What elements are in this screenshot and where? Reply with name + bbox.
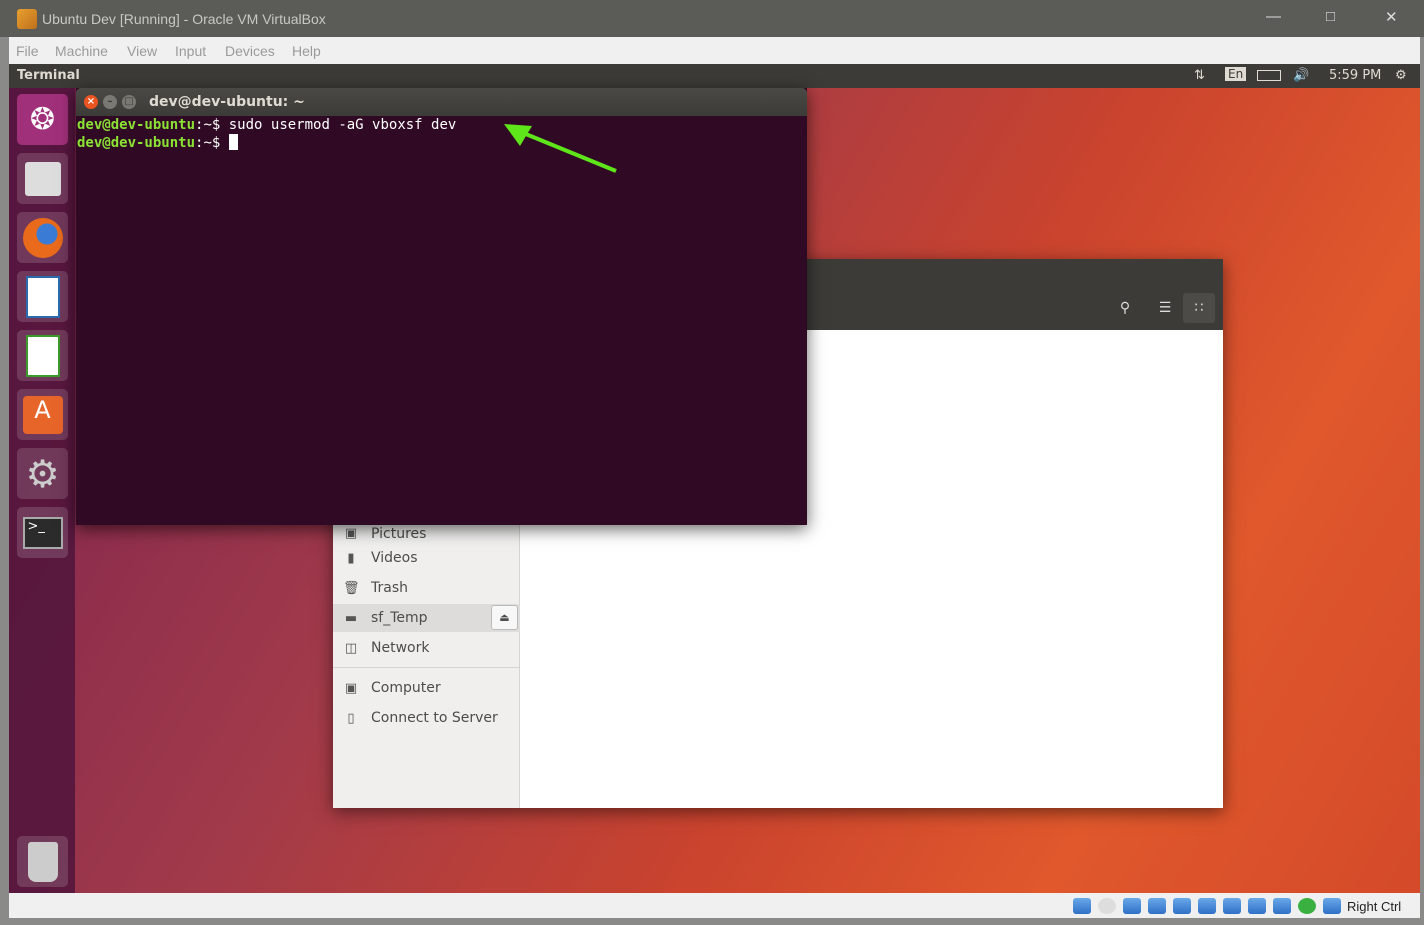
grid-view-button[interactable]: ∷ bbox=[1183, 293, 1215, 323]
network-icon[interactable]: ⇅ bbox=[1194, 68, 1205, 83]
guest-additions-icon[interactable] bbox=[1298, 898, 1316, 914]
sidebar-item-connect-to-server[interactable]: ▯ Connect to Server bbox=[333, 704, 520, 732]
menu-help[interactable]: Help bbox=[292, 43, 321, 59]
software-center-icon[interactable]: A bbox=[17, 389, 68, 440]
menu-bar: File Machine View Input Devices Help bbox=[9, 37, 1420, 64]
annotation-arrow-icon bbox=[504, 124, 617, 173]
host-status-bar: Right Ctrl bbox=[9, 893, 1420, 918]
shared-folders-icon[interactable] bbox=[1198, 898, 1216, 914]
optical-drive-icon[interactable] bbox=[1098, 898, 1116, 914]
vm-screen[interactable]: Terminal ⇅ En 🔊 5:59 PM ⚙ ❂ A ⚙ >_ ⚲ ☰ ∷… bbox=[9, 64, 1420, 893]
usb-icon[interactable] bbox=[1173, 898, 1191, 914]
display-icon[interactable] bbox=[1223, 898, 1241, 914]
writer-icon[interactable] bbox=[17, 271, 68, 322]
terminal-line: dev@dev-ubuntu:~$ bbox=[77, 134, 806, 152]
terminal-close-button[interactable]: × bbox=[84, 95, 98, 109]
label: sf_Temp bbox=[371, 610, 428, 626]
menu-input[interactable]: Input bbox=[175, 43, 206, 59]
active-app-title: Terminal bbox=[17, 68, 80, 83]
terminal-minimize-button[interactable]: – bbox=[103, 95, 117, 109]
prompt-path: :~$ bbox=[195, 135, 221, 151]
drive-icon: ▬ bbox=[344, 610, 358, 626]
sidebar-item-videos[interactable]: ▮ Videos bbox=[333, 544, 520, 572]
calc-icon[interactable] bbox=[17, 330, 68, 381]
battery-icon[interactable] bbox=[1257, 70, 1281, 81]
computer-icon: ▣ bbox=[344, 680, 358, 696]
prompt-path: :~$ bbox=[195, 117, 221, 133]
trash-icon[interactable] bbox=[17, 836, 68, 887]
menu-machine[interactable]: Machine bbox=[55, 43, 108, 59]
hard-disk-icon[interactable] bbox=[1073, 898, 1091, 914]
trash-icon: 🗑 bbox=[343, 580, 360, 596]
virtualbox-logo-icon bbox=[17, 9, 37, 29]
window-title: Ubuntu Dev [Running] - Oracle VM Virtual… bbox=[42, 11, 326, 27]
command: sudo usermod -aG vboxsf dev bbox=[220, 117, 457, 133]
label: Computer bbox=[371, 680, 441, 696]
terminal-title-bar: × – □ dev@dev-ubuntu: ~ bbox=[76, 88, 807, 116]
cursor bbox=[228, 134, 238, 150]
sidebar-item-pictures[interactable]: ▣ Pictures bbox=[333, 523, 520, 544]
sidebar-item-trash[interactable]: 🗑 Trash bbox=[333, 574, 520, 602]
sidebar-item-sf-temp[interactable]: ▬ sf_Temp ⏏ bbox=[333, 604, 520, 632]
terminal-title: dev@dev-ubuntu: ~ bbox=[149, 94, 305, 110]
launcher: ❂ A ⚙ >_ bbox=[9, 88, 75, 893]
terminal-maximize-button[interactable]: □ bbox=[122, 95, 136, 109]
keyboard-indicator[interactable]: En bbox=[1225, 67, 1247, 81]
prompt: dev@dev-ubuntu bbox=[77, 117, 196, 133]
search-icon[interactable]: ⚲ bbox=[1109, 293, 1141, 323]
dash-ubuntu-icon[interactable]: ❂ bbox=[17, 94, 68, 145]
video-icon: ▮ bbox=[347, 550, 355, 566]
maximize-button[interactable]: □ bbox=[1326, 8, 1335, 25]
firefox-icon[interactable] bbox=[17, 212, 68, 263]
sidebar-item-computer[interactable]: ▣ Computer bbox=[333, 674, 520, 702]
clock[interactable]: 5:59 PM bbox=[1329, 68, 1381, 83]
terminal-window[interactable]: × – □ dev@dev-ubuntu: ~ dev@dev-ubuntu:~… bbox=[76, 88, 807, 525]
list-view-button[interactable]: ☰ bbox=[1149, 293, 1181, 323]
audio-icon[interactable] bbox=[1123, 898, 1141, 914]
video-capture-icon[interactable] bbox=[1248, 898, 1266, 914]
server-icon: ▯ bbox=[347, 710, 355, 726]
host-title-bar: Ubuntu Dev [Running] - Oracle VM Virtual… bbox=[0, 0, 1424, 37]
volume-icon[interactable]: 🔊 bbox=[1293, 68, 1309, 83]
label: Trash bbox=[371, 580, 408, 596]
system-settings-icon[interactable]: ⚙ bbox=[17, 448, 68, 499]
terminal-launcher-icon[interactable]: >_ bbox=[17, 507, 68, 558]
prompt: dev@dev-ubuntu bbox=[77, 135, 196, 151]
close-button[interactable]: ✕ bbox=[1385, 8, 1398, 26]
top-panel: Terminal ⇅ En 🔊 5:59 PM ⚙ bbox=[9, 64, 1420, 88]
network-icon: ◫ bbox=[344, 640, 358, 656]
camera-icon: ▣ bbox=[344, 526, 358, 541]
minimize-button[interactable]: — bbox=[1266, 8, 1281, 25]
eject-button[interactable]: ⏏ bbox=[491, 605, 518, 630]
cpu-icon[interactable] bbox=[1273, 898, 1291, 914]
host-key-label: Right Ctrl bbox=[1347, 899, 1402, 914]
files-icon[interactable] bbox=[17, 153, 68, 204]
label: Connect to Server bbox=[371, 710, 498, 726]
menu-devices[interactable]: Devices bbox=[225, 43, 275, 59]
settings-gear-icon[interactable]: ⚙ bbox=[1395, 68, 1407, 83]
terminal-line: dev@dev-ubuntu:~$ sudo usermod -aG vboxs… bbox=[77, 117, 806, 134]
label: Pictures bbox=[371, 525, 427, 542]
mouse-integration-icon[interactable] bbox=[1323, 898, 1341, 914]
menu-view[interactable]: View bbox=[127, 43, 157, 59]
label: Videos bbox=[371, 550, 418, 566]
divider bbox=[333, 667, 520, 668]
label: Network bbox=[371, 640, 430, 656]
network-adapter-icon[interactable] bbox=[1148, 898, 1166, 914]
menu-file[interactable]: File bbox=[16, 43, 39, 59]
sidebar-item-network[interactable]: ◫ Network bbox=[333, 634, 520, 662]
terminal-output[interactable]: dev@dev-ubuntu:~$ sudo usermod -aG vboxs… bbox=[76, 116, 807, 153]
